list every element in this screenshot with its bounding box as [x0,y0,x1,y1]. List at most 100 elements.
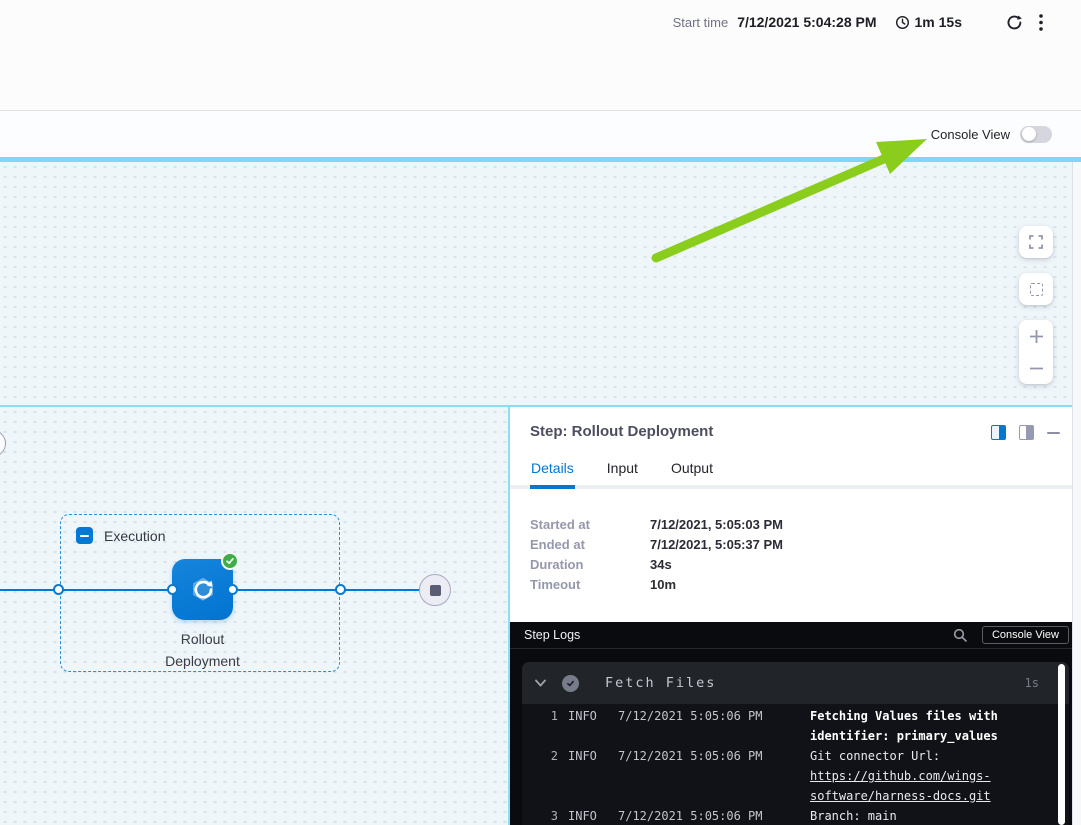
tab-details[interactable]: Details [530,451,575,489]
step-logs-title: Step Logs [524,628,953,642]
log-line-number: 1 [534,706,558,746]
pipeline-canvas[interactable] [0,162,1081,405]
detail-row-started-at: Started at 7/12/2021, 5:05:03 PM [530,515,1061,535]
log-section-title: Fetch Files [605,675,1025,691]
collapse-minus-icon [80,535,89,537]
zoom-in-out-group [1019,320,1053,384]
log-level: INFO [568,806,608,825]
node-label: Rollout Deployment [142,628,263,672]
panel-layout-right-icon[interactable] [1019,425,1034,440]
detail-label: Started at [530,515,650,535]
log-section-header[interactable]: Fetch Files 1s [522,662,1069,704]
split-fill [1026,426,1033,439]
logs-scrollbar[interactable] [1058,664,1065,825]
elapsed-value: 1m 15s [915,14,962,30]
edge-connector [53,584,64,595]
console-view-toggle[interactable] [1020,126,1052,143]
log-message: Git connector Url: https://github.com/wi… [810,746,1045,806]
pipeline-execution-page: Start time 7/12/2021 5:04:28 PM 1m 15s [0,0,1081,825]
execution-group-header: Execution [76,527,165,544]
page-scrollbar-gutter[interactable] [1072,162,1081,825]
detail-value: 10m [650,575,676,595]
log-timestamp: 7/12/2021 5:05:06 PM [618,806,800,825]
fit-view-button[interactable] [1019,273,1053,305]
logs-console-view-button[interactable]: Console View [982,626,1069,644]
more-options-button[interactable] [1037,12,1045,33]
panel-title: Step: Rollout Deployment [530,423,713,440]
step-details-panel: Step: Rollout Deployment Details Input O… [508,407,1081,825]
expand-icon [1029,235,1043,249]
search-icon [953,628,967,642]
zoom-in-button[interactable] [1019,320,1053,352]
step-details-list: Started at 7/12/2021, 5:05:03 PM Ended a… [510,489,1081,622]
rollout-icon [187,574,219,606]
panel-layout-split-icon[interactable] [991,425,1006,440]
log-line: 3 INFO 7/12/2021 5:05:06 PM Branch: main [522,806,1069,825]
zoom-out-icon [1029,361,1044,376]
log-line-number: 2 [534,746,558,806]
log-timestamp: 7/12/2021 5:05:06 PM [618,706,800,746]
offscreen-node [0,430,6,457]
status-check-icon [562,675,579,692]
view-toolbar: Console View [0,111,1081,162]
clock-icon [895,15,910,30]
panel-tabs: Details Input Output [510,451,1081,489]
detail-row-timeout: Timeout 10m [530,575,1061,595]
log-level: INFO [568,746,608,806]
log-level: INFO [568,706,608,746]
chevron-down-icon [535,679,546,687]
more-options-icon [1039,14,1043,31]
panel-header: Step: Rollout Deployment [510,407,1081,451]
minimize-panel-button[interactable] [1047,426,1061,440]
toggle-knob [1022,127,1036,141]
execution-header-meta: Start time 7/12/2021 5:04:28 PM 1m 15s [673,10,1045,34]
detail-value: 34s [650,555,672,575]
start-time-value: 7/12/2021 5:04:28 PM [737,14,876,30]
log-section-fetch-files: Fetch Files 1s 1 INFO 7/12/2021 5:05:06 … [522,662,1069,825]
console-view-label: Console View [931,127,1010,142]
tab-output[interactable]: Output [670,451,714,489]
expand-button[interactable] [1019,226,1053,258]
execution-header: Start time 7/12/2021 5:04:28 PM 1m 15s [0,0,1081,111]
detail-label: Duration [530,555,650,575]
detail-label: Timeout [530,575,650,595]
edge-connector [227,584,238,595]
detail-value: 7/12/2021, 5:05:03 PM [650,515,783,535]
refresh-icon [1006,14,1023,31]
log-line: 2 INFO 7/12/2021 5:05:06 PM Git connecto… [522,746,1069,806]
elapsed-duration: 1m 15s [895,14,962,30]
step-logs-panel: Step Logs Console View [510,622,1081,825]
edge-connector [167,584,178,595]
tab-input[interactable]: Input [606,451,639,489]
log-section-duration: 1s [1025,676,1039,690]
zoom-out-button[interactable] [1019,352,1053,384]
collapse-group-button[interactable] [76,527,93,544]
log-line: 1 INFO 7/12/2021 5:05:06 PM Fetching Val… [522,706,1069,746]
rollout-deployment-node[interactable] [172,559,233,620]
search-logs-button[interactable] [953,628,967,642]
panel-header-icons [991,423,1061,440]
stage-graph-canvas[interactable]: Execution Rollout Deployment [0,407,508,825]
log-message-text: Git connector Url: [810,749,940,763]
step-logs-header: Step Logs Console View [510,622,1081,649]
success-check-icon [221,552,239,570]
log-message: Fetching Values files with identifier: p… [810,706,1045,746]
bottom-section: Execution Rollout Deployment [0,405,1081,825]
detail-label: Ended at [530,535,650,555]
stop-icon [430,585,441,596]
fit-view-icon [1030,283,1043,296]
log-timestamp: 7/12/2021 5:05:06 PM [618,746,800,806]
detail-row-ended-at: Ended at 7/12/2021, 5:05:37 PM [530,535,1061,555]
log-line-number: 3 [534,806,558,825]
start-time-label: Start time [673,15,729,30]
canvas-zoom-controls [1019,226,1053,384]
detail-value: 7/12/2021, 5:05:37 PM [650,535,783,555]
stop-node[interactable] [419,574,451,606]
zoom-in-icon [1029,329,1044,344]
log-rows: 1 INFO 7/12/2021 5:05:06 PM Fetching Val… [522,704,1069,825]
git-connector-link[interactable]: https://github.com/wings-software/harnes… [810,769,991,803]
refresh-button[interactable] [1004,12,1025,33]
edge-connector [335,584,346,595]
minimize-icon [1047,432,1060,434]
log-message: Branch: main [810,806,1045,825]
